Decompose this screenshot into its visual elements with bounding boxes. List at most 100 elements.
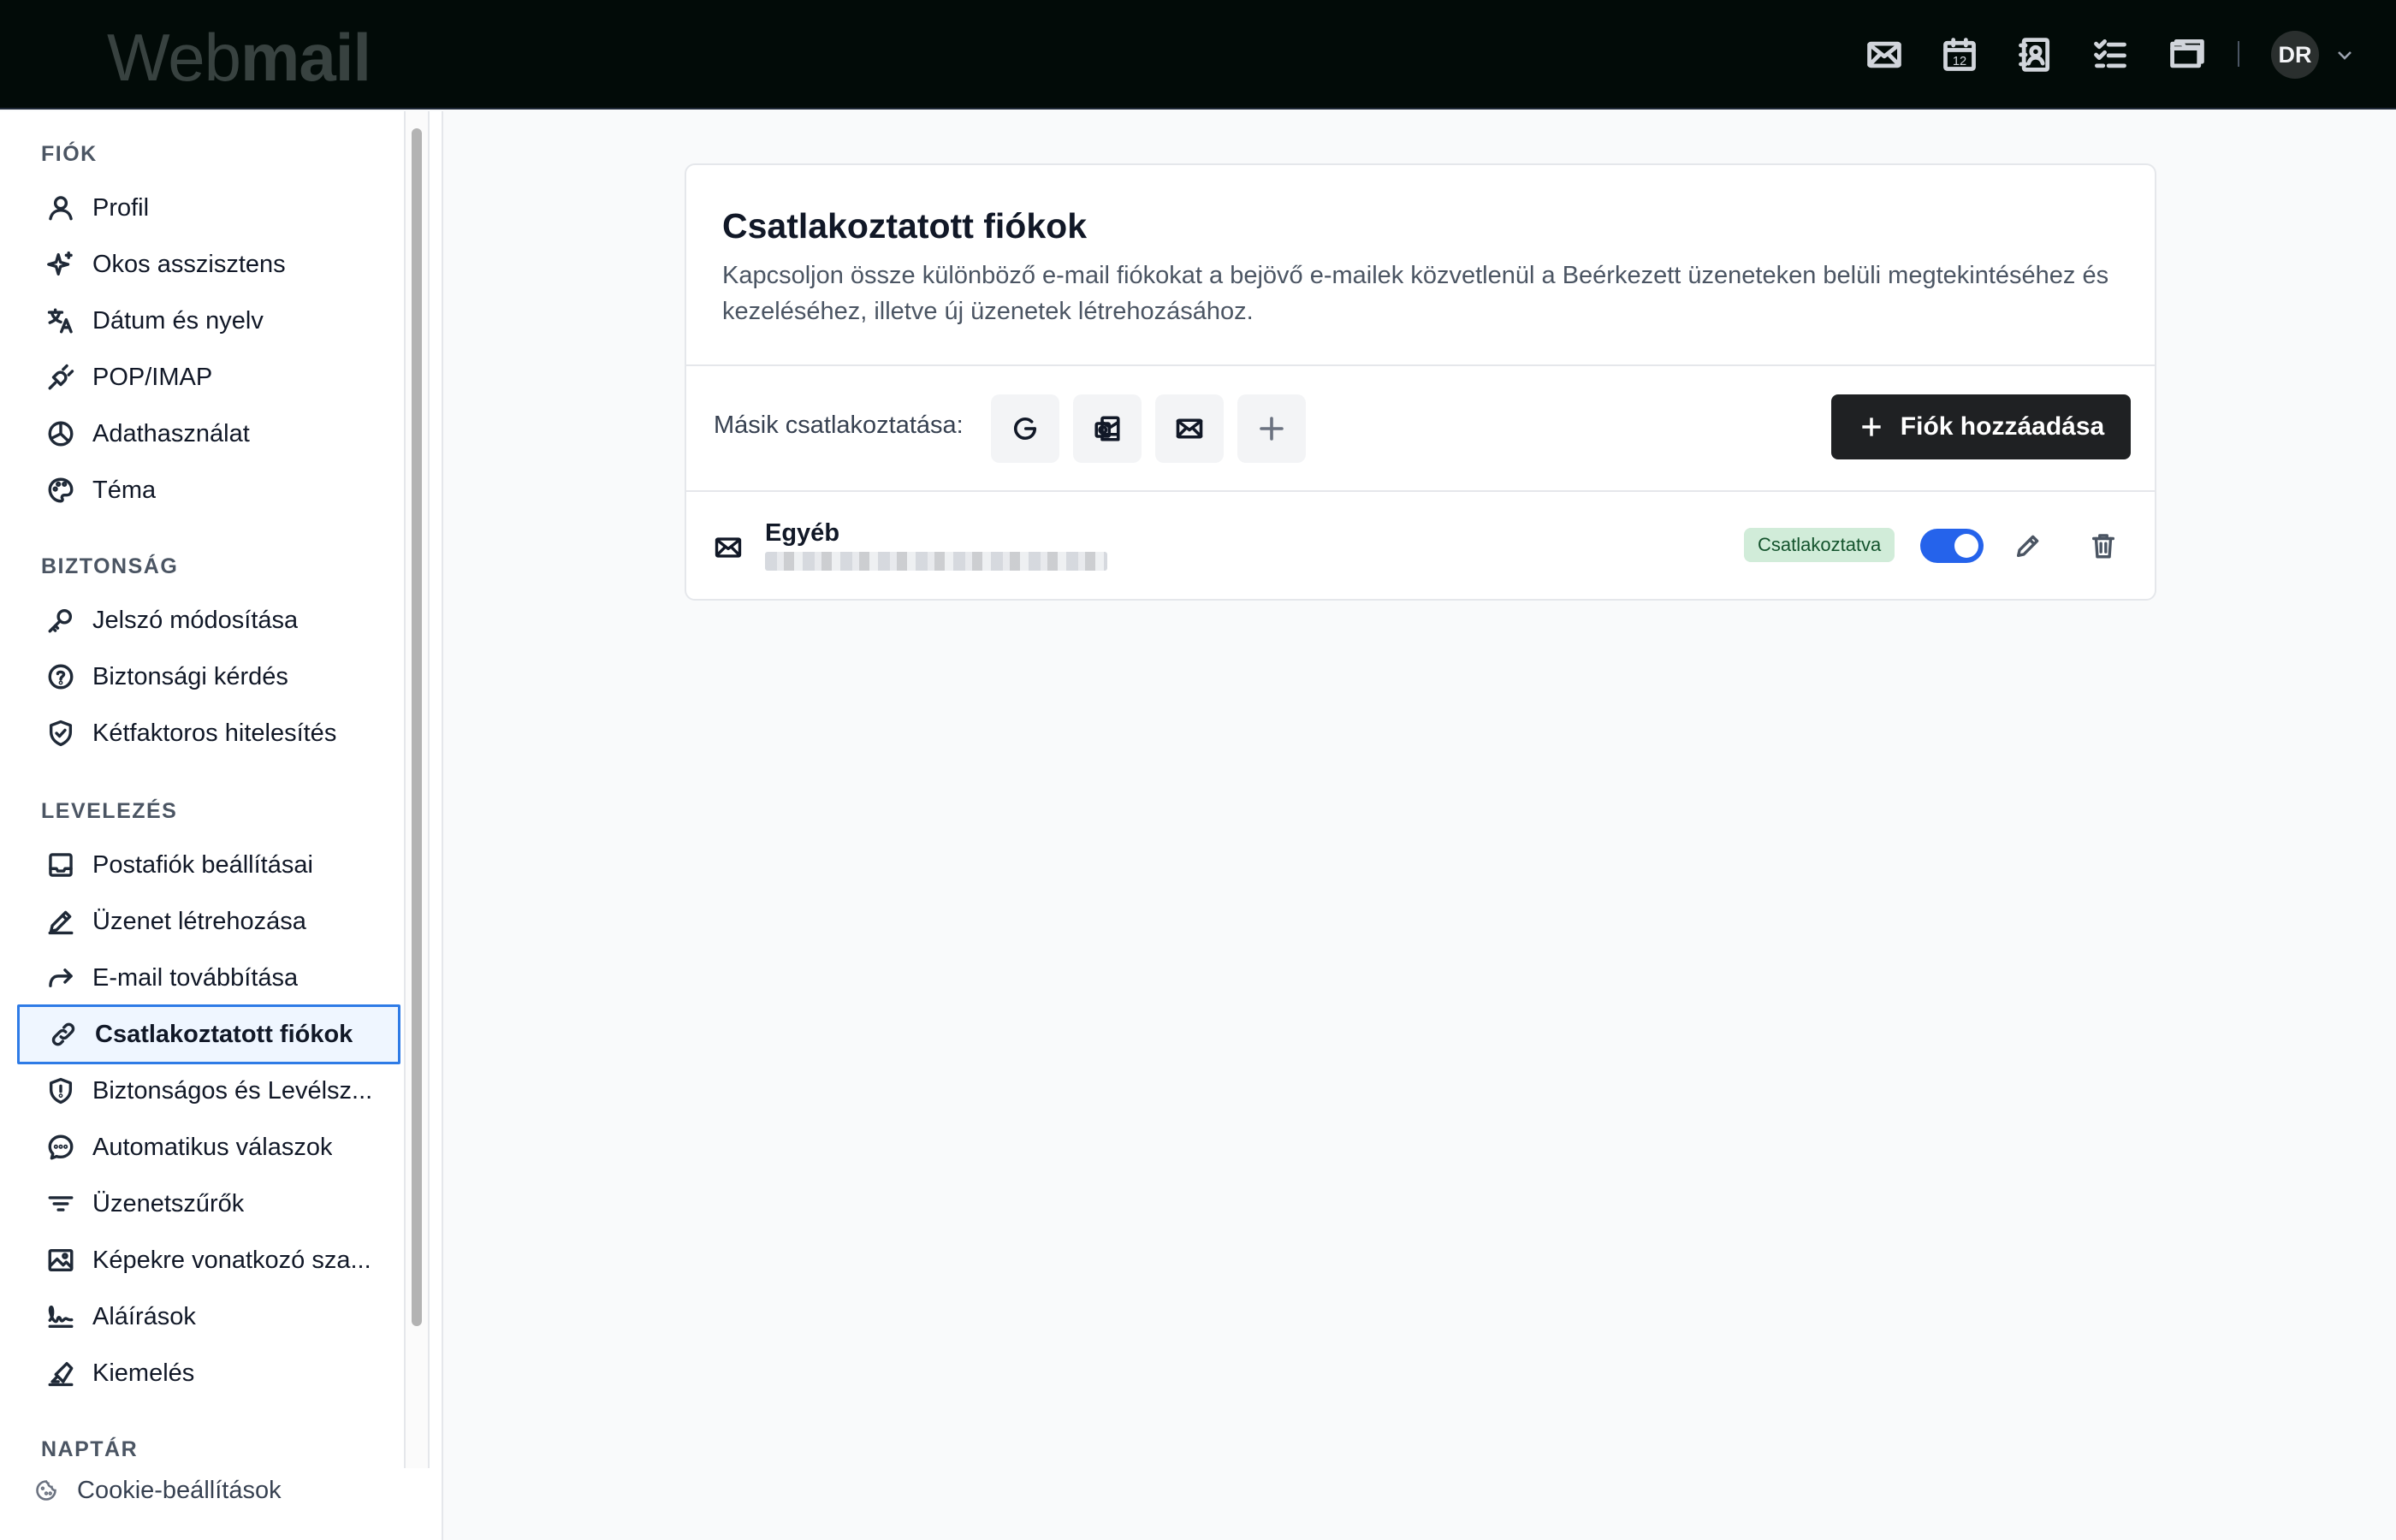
user-avatar[interactable]: DR [2271, 31, 2319, 79]
chevron-down-icon[interactable] [2334, 44, 2355, 65]
mail-icon[interactable] [1862, 33, 1907, 77]
sidebar-item-label: Aláírások [92, 1302, 196, 1330]
image-icon [44, 1244, 77, 1276]
contacts-icon[interactable] [2013, 33, 2057, 77]
sidebar-item-biztonsagos-es-levelszuro[interactable]: Biztonságos és Levélsz... [17, 1061, 400, 1121]
connect-outlook-button[interactable] [1073, 394, 1142, 463]
sidebar-item-label: Kiemelés [92, 1359, 195, 1387]
divider [686, 364, 2155, 366]
sidebar-item-label: Csatlakoztatott fiókok [95, 1020, 353, 1048]
tasks-icon[interactable] [2088, 33, 2132, 77]
connect-more-button[interactable] [1237, 394, 1306, 463]
question-circle-icon [44, 660, 77, 693]
sidebar-item-csatlakoztatott-fiokok[interactable]: Csatlakoztatott fiókok [17, 1004, 400, 1064]
sidebar-item-kepekre-vonatkozo[interactable]: Képekre vonatkozó sza... [17, 1230, 400, 1290]
sidebar-item-label: Üzenet létrehozása [92, 907, 306, 935]
sidebar-item-postafiok-beallitasai[interactable]: Postafiók beállításai [17, 835, 400, 895]
webmail-logo[interactable]: Webmail [107, 19, 371, 96]
sidebar-item-tema[interactable]: Téma [17, 460, 400, 520]
divider [686, 490, 2155, 492]
sidebar-item-label: Dátum és nyelv [92, 306, 264, 335]
sidebar-item-label: Postafiók beállításai [92, 850, 313, 879]
sidebar-item-jelszo-modositasa[interactable]: Jelszó módosítása [17, 590, 400, 650]
sidebar-item-label: Téma [92, 476, 157, 504]
top-bar: Webmail 12 DR [0, 0, 2396, 110]
sidebar-nav: FIÓK Profil Okos asszisztens Dátum és ny… [0, 111, 404, 1468]
sidebar-item-label: Üzenetszűrők [92, 1189, 245, 1217]
sidebar-item-automatikus-valaszok[interactable]: Automatikus válaszok [17, 1117, 400, 1177]
sidebar-item-adathasznalat[interactable]: Adathasználat [17, 404, 400, 464]
forward-icon [44, 962, 77, 994]
highlighter-icon [44, 1357, 77, 1389]
svg-text:12: 12 [1953, 55, 1966, 68]
add-account-label: Fiók hozzáadása [1900, 412, 2105, 441]
section-heading-biztonsag: BIZTONSÁG [41, 554, 179, 578]
section-heading-fiok: FIÓK [41, 142, 98, 166]
sidebar-item-uzenet-letrehozasa[interactable]: Üzenet létrehozása [17, 891, 400, 951]
connect-other-label: Másik csatlakoztatása: [714, 412, 964, 439]
sidebar-item-label: Okos asszisztens [92, 250, 286, 278]
settings-sidebar: FIÓK Profil Okos asszisztens Dátum és ny… [0, 111, 443, 1540]
shield-alert-icon [44, 1075, 77, 1107]
connect-imap-button[interactable] [1155, 394, 1224, 463]
user-icon [44, 192, 77, 224]
page-title: Csatlakoztatott fiókok [722, 206, 1087, 246]
plug-icon [44, 361, 77, 394]
calendar-icon[interactable]: 12 [1937, 33, 1982, 77]
folder-icon[interactable] [2165, 33, 2209, 77]
sidebar-item-label: E-mail továbbítása [92, 963, 299, 992]
sidebar-item-uzenetszurok[interactable]: Üzenetszűrők [17, 1174, 400, 1234]
pencil-icon [44, 905, 77, 938]
google-icon [1013, 417, 1037, 441]
add-account-button[interactable]: Fiók hozzáadása [1831, 394, 2131, 459]
sidebar-item-pop-imap[interactable]: POP/IMAP [17, 347, 400, 407]
cookie-settings-label: Cookie-beállítások [77, 1476, 282, 1504]
sidebar-item-label: Jelszó módosítása [92, 606, 299, 634]
delete-account-button[interactable] [2086, 529, 2120, 563]
sidebar-item-email-tovabbitasa[interactable]: E-mail továbbítása [17, 948, 400, 1008]
inbox-icon [44, 849, 77, 881]
chat-icon [44, 1131, 77, 1164]
plus-icon [1862, 418, 1881, 436]
sidebar-item-label: Adathasználat [92, 419, 250, 447]
sidebar-item-label: Biztonságos és Levélsz... [92, 1076, 373, 1105]
pencil-icon [2016, 535, 2039, 558]
topbar-separator [2238, 41, 2239, 67]
section-heading-naptar: NAPTÁR [41, 1437, 139, 1461]
signature-icon [44, 1300, 77, 1333]
account-enabled-toggle[interactable] [1920, 529, 1984, 563]
sparkles-icon [44, 248, 77, 281]
sidebar-item-ketfaktoros-hitelesites[interactable]: Kétfaktoros hitelesítés [17, 703, 400, 763]
scrollbar-thumb[interactable] [412, 128, 422, 1326]
toggle-knob [1954, 534, 1978, 558]
sidebar-item-label: Képekre vonatkozó sza... [92, 1246, 371, 1274]
key-icon [44, 604, 77, 637]
account-email-redacted [765, 552, 1107, 571]
connected-accounts-card: Csatlakoztatott fiókok Kapcsoljon össze … [685, 163, 2156, 601]
cookie-settings-link[interactable]: Cookie-beállítások [34, 1465, 282, 1516]
status-badge: Csatlakoztatva [1744, 528, 1895, 562]
mail-icon [1176, 418, 1203, 439]
sidebar-item-label: POP/IMAP [92, 363, 213, 391]
sidebar-item-label: Biztonsági kérdés [92, 662, 288, 690]
filter-icon [44, 1188, 77, 1220]
account-name: Egyéb [765, 519, 840, 547]
edit-account-button[interactable] [2011, 529, 2045, 563]
sidebar-item-okos-asszisztens[interactable]: Okos asszisztens [17, 234, 400, 294]
plus-icon [1260, 417, 1284, 441]
page-description: Kapcsoljon össze különböző e-mail fiókok… [722, 262, 2109, 325]
sidebar-item-profil[interactable]: Profil [17, 178, 400, 238]
sidebar-item-label: Profil [92, 193, 150, 222]
pie-chart-icon [44, 418, 77, 450]
sidebar-item-label: Automatikus válaszok [92, 1133, 333, 1161]
language-icon [44, 305, 77, 337]
sidebar-scrollbar[interactable] [404, 111, 430, 1468]
palette-icon [44, 474, 77, 506]
sidebar-item-kiemeles[interactable]: Kiemelés [17, 1343, 400, 1403]
sidebar-item-alairasok[interactable]: Aláírások [17, 1287, 400, 1347]
mail-icon [714, 533, 744, 564]
sidebar-item-biztonsagi-kerdes[interactable]: Biztonsági kérdés [17, 647, 400, 707]
link-icon [47, 1018, 80, 1051]
sidebar-item-datum-es-nyelv[interactable]: Dátum és nyelv [17, 291, 400, 351]
connect-google-button[interactable] [991, 394, 1059, 463]
